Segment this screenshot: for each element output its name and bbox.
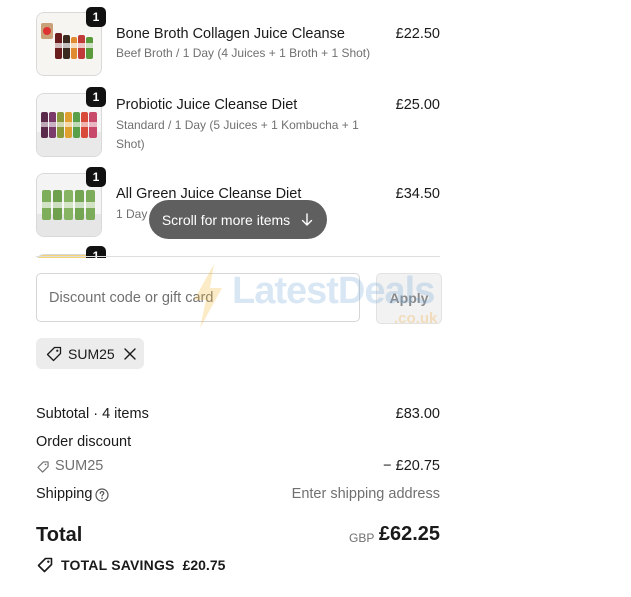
product-variant: Standard / 1 Day (5 Juices + 1 Kombucha … — [116, 118, 359, 151]
apply-button[interactable]: Apply — [376, 273, 442, 324]
order-discount-label: Order discount — [36, 434, 132, 450]
shipping-row: Shipping Enter shipping address — [36, 486, 440, 502]
product-variant: Beef Broth / 1 Day (4 Juices + 1 Broth +… — [116, 46, 371, 60]
tag-icon — [46, 346, 62, 361]
help-icon[interactable] — [95, 488, 109, 502]
quantity-badge: 1 — [86, 87, 106, 107]
currency-code: GBP — [349, 531, 375, 545]
subtotal-label: Subtotal · 4 items — [36, 406, 149, 422]
shipping-label: Shipping — [36, 486, 93, 502]
order-discount-row: Order discount — [36, 434, 440, 450]
subtotal-row: Subtotal · 4 items £83.00 — [36, 406, 440, 422]
applied-discount-chip: SUM25 — [36, 338, 144, 369]
discount-code-label: SUM25 — [55, 458, 104, 474]
tag-icon — [37, 461, 49, 473]
quantity-badge: 1 — [86, 7, 106, 27]
discount-code-input[interactable] — [36, 273, 360, 322]
product-name: Bone Broth Collagen Juice Cleanse — [116, 26, 345, 42]
product-price: £34.50 — [395, 186, 440, 202]
shipping-value: Enter shipping address — [291, 486, 440, 502]
product-price: £22.50 — [395, 26, 440, 42]
arrow-down-icon — [301, 212, 313, 226]
scroll-for-more-button[interactable]: Scroll for more items — [149, 200, 327, 239]
total-value: £62.25 — [378, 523, 440, 545]
quantity-badge: 1 — [86, 167, 106, 187]
discount-value: − £20.75 — [383, 458, 440, 474]
scroll-hint-label: Scroll for more items — [161, 211, 291, 228]
product-name: Probiotic Juice Cleanse Diet — [116, 97, 298, 113]
divider — [36, 256, 440, 257]
remove-code-close-icon[interactable] — [123, 347, 137, 361]
total-savings: TOTAL SAVINGS £20.75 — [36, 556, 225, 574]
total-savings-value: £20.75 — [182, 557, 226, 573]
applied-code-label: SUM25 — [68, 345, 115, 362]
tag-icon — [37, 557, 53, 573]
total-label: Total — [36, 524, 83, 546]
product-price: £25.00 — [395, 97, 440, 113]
total-savings-label: TOTAL SAVINGS — [61, 557, 175, 573]
subtotal-value: £83.00 — [395, 406, 440, 422]
